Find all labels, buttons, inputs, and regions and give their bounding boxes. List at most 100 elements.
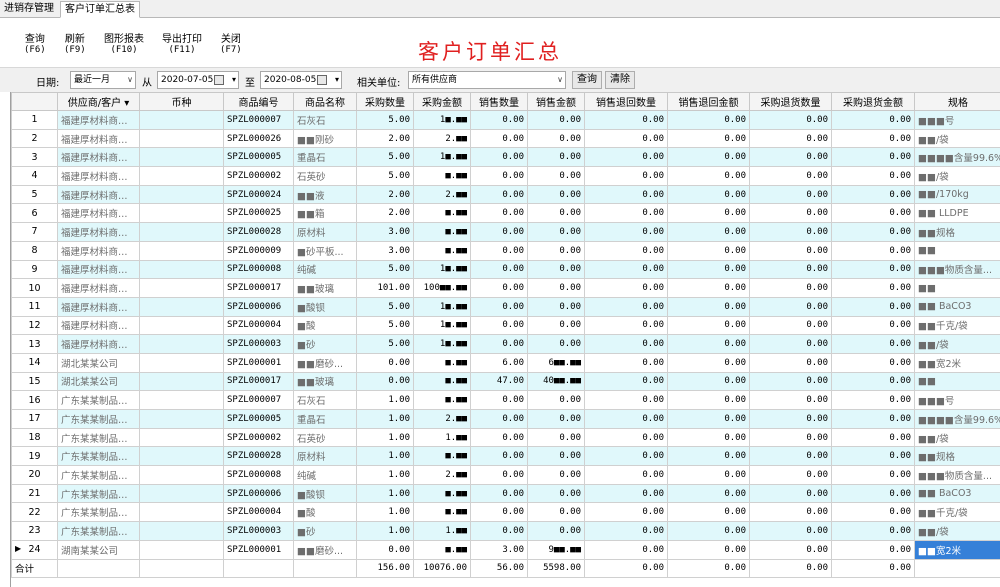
table-row[interactable]: 10 福建厚材料商… SPZL000017 ■■玻璃 101.00 100■■.■■ 0.0…: [11, 278, 1000, 298]
table-cell[interactable]: 福建厚材料商…: [57, 259, 140, 280]
table-cell[interactable]: 17: [11, 409, 58, 429]
table-cell[interactable]: 0.00: [584, 240, 668, 261]
table-cell[interactable]: ■■■号: [914, 390, 1000, 410]
table-cell[interactable]: 石英砂: [293, 427, 357, 448]
table-cell[interactable]: 0.00: [470, 483, 528, 504]
table-cell[interactable]: ■■: [914, 278, 1000, 298]
column-header[interactable]: 币种: [139, 92, 224, 111]
table-cell[interactable]: [139, 465, 224, 485]
table-cell[interactable]: ■■ BaCO3: [914, 483, 1000, 504]
table-cell[interactable]: 0.00: [470, 240, 528, 261]
table-cell[interactable]: 0.00: [749, 427, 832, 448]
table-cell[interactable]: 1.00: [356, 483, 414, 504]
table-cell[interactable]: 1.00: [356, 446, 414, 467]
table-cell[interactable]: 0.00: [667, 296, 750, 317]
table-cell[interactable]: SPZL000024: [223, 184, 294, 205]
table-cell[interactable]: 0.00: [831, 222, 915, 242]
column-header[interactable]: 供应商/客户 ▾: [57, 92, 140, 111]
table-cell[interactable]: 0.00: [470, 278, 528, 298]
table-cell[interactable]: 广东某某制品…: [57, 483, 140, 504]
table-cell[interactable]: SPZL000006: [223, 483, 294, 504]
table-cell[interactable]: 1.■■: [413, 427, 471, 448]
table-row[interactable]: 7 福建厚材料商… SPZL000028 原材料 3.00 ■.■■ 0.00 0.00 0.0…: [11, 222, 1000, 242]
table-cell[interactable]: 16: [11, 390, 58, 410]
table-cell[interactable]: 6: [11, 203, 58, 224]
table-cell[interactable]: ■■: [914, 240, 1000, 261]
table-cell[interactable]: 1■.■■: [413, 296, 471, 317]
table-cell[interactable]: 广东某某制品…: [57, 446, 140, 467]
table-cell[interactable]: 0.00: [527, 427, 585, 448]
table-cell[interactable]: 石灰石: [293, 110, 357, 130]
table-cell[interactable]: SPZL000004: [223, 315, 294, 336]
table-cell[interactable]: 0.00: [749, 539, 832, 560]
table-cell[interactable]: 0.00: [749, 259, 832, 280]
table-row[interactable]: 18 广东某某制品… SPZL000002 石英砂 1.00 1.■■ 0.00 0.00 0.…: [11, 427, 1000, 448]
table-cell[interactable]: 0.00: [749, 334, 832, 354]
table-cell[interactable]: 1■.■■: [413, 334, 471, 354]
table-cell[interactable]: SPZL000028: [223, 222, 294, 242]
filter-dropdown-icon[interactable]: ▾: [121, 98, 129, 109]
table-cell[interactable]: 6■■.■■: [527, 352, 585, 373]
table-cell[interactable]: [139, 203, 224, 224]
table-cell[interactable]: 4: [11, 166, 58, 186]
table-cell[interactable]: 1: [11, 110, 58, 130]
table-cell[interactable]: 0.00: [470, 334, 528, 354]
table-cell[interactable]: 0.00: [831, 259, 915, 280]
table-cell[interactable]: SPZL000005: [223, 147, 294, 168]
table-row[interactable]: 12 福建厚材料商… SPZL000004 ■酸 5.00 1■.■■ 0.00 0.00 0.…: [11, 315, 1000, 336]
table-cell[interactable]: 0.00: [470, 446, 528, 467]
table-cell[interactable]: [139, 296, 224, 317]
table-cell[interactable]: ■■■■含量99.6%: [914, 409, 1000, 429]
table-cell[interactable]: 0.00: [527, 203, 585, 224]
table-row[interactable]: 22 广东某某制品… SPZL000004 ■酸 1.00 ■.■■ 0.00 0.00 0.0…: [11, 502, 1000, 523]
table-row[interactable]: 16 广东某某制品… SPZL000007 石灰石 1.00 ■.■■ 0.00 0.00 0.…: [11, 390, 1000, 410]
table-cell[interactable]: 0.00: [667, 240, 750, 261]
table-cell[interactable]: 6.00: [470, 352, 528, 373]
table-cell[interactable]: 湖北某某公司: [57, 371, 140, 392]
table-cell[interactable]: 5: [11, 184, 58, 205]
table-cell[interactable]: [139, 110, 224, 130]
table-cell[interactable]: ■.■■: [413, 371, 471, 392]
table-cell[interactable]: 5.00: [356, 334, 414, 354]
refresh-button[interactable]: 刷新 (F9): [64, 35, 86, 56]
table-cell[interactable]: 2.00: [356, 128, 414, 149]
tab-inventory-management[interactable]: 进销存管理: [0, 1, 60, 18]
table-cell[interactable]: 0.00: [749, 203, 832, 224]
table-cell[interactable]: 0.00: [749, 371, 832, 392]
table-cell[interactable]: [139, 521, 224, 541]
table-cell[interactable]: 0.00: [584, 315, 668, 336]
table-cell[interactable]: 福建厚材料商…: [57, 128, 140, 149]
table-cell[interactable]: [139, 446, 224, 467]
table-cell[interactable]: 0.00: [470, 315, 528, 336]
table-cell[interactable]: 1■.■■: [413, 259, 471, 280]
table-cell[interactable]: 广东某某制品…: [57, 409, 140, 429]
table-cell[interactable]: 0.00: [667, 278, 750, 298]
table-cell[interactable]: 广东某某制品…: [57, 521, 140, 541]
table-cell[interactable]: ■.■■: [413, 502, 471, 523]
table-cell[interactable]: 1■.■■: [413, 147, 471, 168]
table-cell[interactable]: 2.00: [356, 203, 414, 224]
table-cell[interactable]: 0.00: [584, 184, 668, 205]
table-cell[interactable]: ■■/袋: [914, 166, 1000, 186]
table-cell[interactable]: 0.00: [584, 222, 668, 242]
table-cell[interactable]: 0.00: [584, 147, 668, 168]
table-cell[interactable]: 2.■■: [413, 465, 471, 485]
table-cell[interactable]: 0.00: [749, 278, 832, 298]
table-cell[interactable]: 0.00: [831, 427, 915, 448]
filter-query-button[interactable]: 查询: [572, 71, 602, 89]
table-cell[interactable]: 14: [11, 352, 58, 373]
table-cell[interactable]: 0.00: [584, 278, 668, 298]
table-cell[interactable]: 0.00: [527, 465, 585, 485]
table-cell[interactable]: 石灰石: [293, 390, 357, 410]
table-cell[interactable]: 0.00: [831, 278, 915, 298]
table-cell[interactable]: ■酸: [293, 502, 357, 523]
table-cell[interactable]: 0.00: [584, 521, 668, 541]
column-header[interactable]: 采购退货金额: [831, 92, 915, 111]
table-cell[interactable]: SPZL000008: [223, 465, 294, 485]
table-cell[interactable]: ■酸钡: [293, 483, 357, 504]
table-cell[interactable]: [139, 166, 224, 186]
table-cell[interactable]: 0.00: [527, 521, 585, 541]
table-cell[interactable]: 0.00: [831, 240, 915, 261]
table-cell[interactable]: 0.00: [584, 259, 668, 280]
table-cell[interactable]: 纯碱: [293, 465, 357, 485]
